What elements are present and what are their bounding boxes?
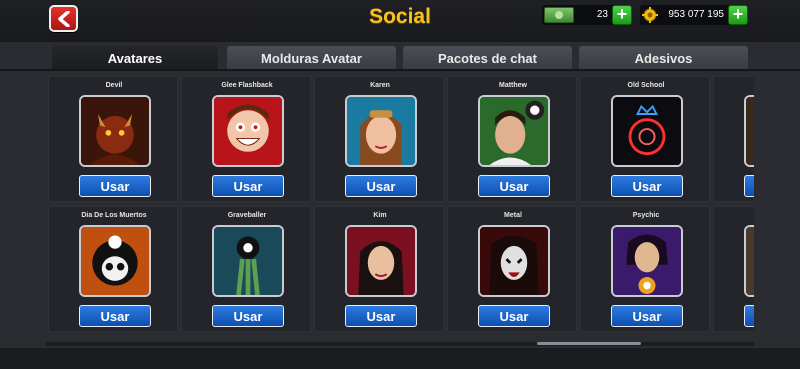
tab-adesivos[interactable]: Adesivos [579, 46, 748, 70]
avatar-card-graveballer: Graveballer Usar [181, 206, 311, 332]
tab-molduras-avatar[interactable]: Molduras Avatar [227, 46, 396, 70]
avatar-name: Old School [627, 82, 665, 89]
avatar-card-glee-flashback: Glee Flashback Usar [181, 76, 311, 202]
avatar-name: Glee Flashback [221, 82, 273, 89]
use-button[interactable] [744, 175, 754, 197]
avatar-card-partial [713, 76, 754, 202]
tab-avatares[interactable]: Avatares [52, 46, 218, 70]
use-button[interactable]: Usar [79, 175, 151, 197]
gear-coin-icon [642, 7, 658, 23]
use-button[interactable]: Usar [611, 175, 683, 197]
use-button[interactable]: Usar [611, 305, 683, 327]
avatar-card-old-school: Old School Usar [580, 76, 710, 202]
use-button[interactable]: Usar [478, 305, 550, 327]
avatar-card-karen: Karen Usar [314, 76, 444, 202]
avatar-card-kim: Kim Usar [314, 206, 444, 332]
avatar-image[interactable] [478, 225, 550, 297]
avatar-card-devil: Devil Usar [48, 76, 178, 202]
avatar-name: Psychic [632, 212, 660, 219]
use-button[interactable]: Usar [212, 305, 284, 327]
avatar-image[interactable] [345, 95, 417, 167]
tab-bar: Avatares Molduras Avatar Pacotes de chat… [52, 46, 752, 70]
avatar-card-matthew: Matthew Usar [447, 76, 577, 202]
scroll-track [46, 342, 754, 346]
avatar-image[interactable] [345, 225, 417, 297]
avatar-name: Matthew [499, 82, 527, 89]
avatar-name: Devil [105, 82, 123, 89]
avatar-image[interactable] [744, 95, 754, 167]
use-button[interactable]: Usar [478, 175, 550, 197]
cash-value: 23 [596, 9, 608, 20]
avatar-grid: Devil Usar Glee Flashback Usar Karen Usa… [46, 76, 754, 342]
coin-counter: 953 077 195 + [640, 5, 748, 25]
avatar-card-dia-de-los-muertos: Dia De Los Muertos Usar [48, 206, 178, 332]
add-cash-button[interactable]: + [612, 5, 632, 25]
avatar-image[interactable] [611, 95, 683, 167]
tab-pacotes-de-chat[interactable]: Pacotes de chat [403, 46, 572, 70]
avatar-image[interactable] [611, 225, 683, 297]
avatar-name: Dia De Los Muertos [81, 212, 147, 219]
add-coins-button[interactable]: + [728, 5, 748, 25]
avatar-image[interactable] [478, 95, 550, 167]
avatar-image[interactable] [744, 225, 754, 297]
avatar-name: Karen [370, 82, 390, 89]
avatar-card-metal: Metal Usar [447, 206, 577, 332]
avatar-image[interactable] [212, 95, 284, 167]
use-button[interactable]: Usar [345, 305, 417, 327]
tabs-divider [0, 69, 800, 71]
use-button[interactable]: Usar [345, 175, 417, 197]
use-button[interactable]: Usar [79, 305, 151, 327]
use-button[interactable]: Usar [212, 175, 284, 197]
use-button[interactable] [744, 305, 754, 327]
avatar-image[interactable] [79, 225, 151, 297]
cash-counter: 23 + [542, 5, 632, 25]
avatar-name: Graveballer [227, 212, 267, 219]
avatar-name: Kim [373, 212, 387, 219]
coin-value: 953 077 195 [668, 9, 724, 20]
avatar-card-psychic: Psychic Usar [580, 206, 710, 332]
avatar-image[interactable] [79, 95, 151, 167]
bottom-strip [0, 348, 800, 369]
avatar-card-partial [713, 206, 754, 332]
avatar-image[interactable] [212, 225, 284, 297]
cash-icon [544, 7, 574, 23]
horizontal-scrollbar[interactable] [537, 342, 641, 345]
avatar-name: Metal [504, 212, 522, 219]
